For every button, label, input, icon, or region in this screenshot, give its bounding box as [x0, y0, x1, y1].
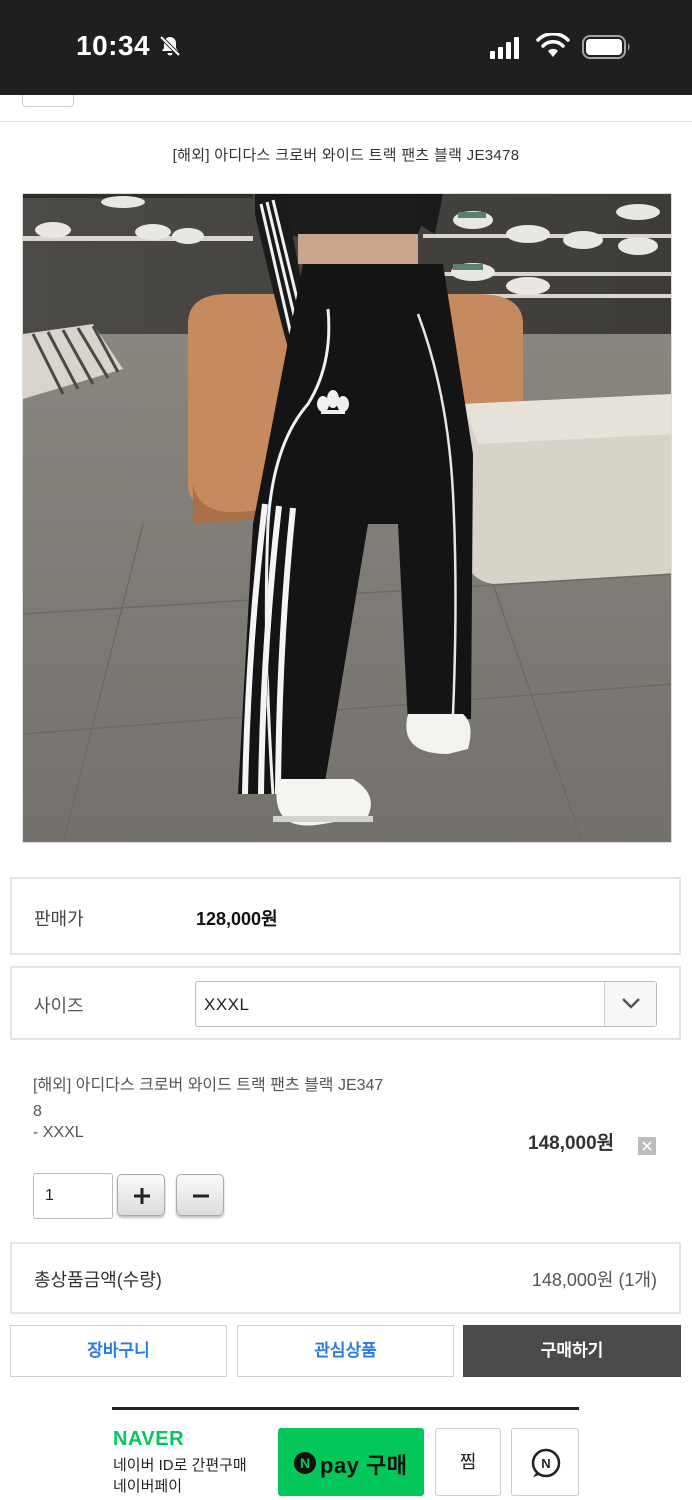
naver-pay-desc: 네이버 ID로 간편구매 [113, 1457, 247, 1474]
wifi-icon [536, 32, 570, 64]
size-label: 사이즈 [34, 996, 84, 1016]
naver-n-circle-icon: N [531, 1448, 561, 1478]
naver-n-icon: N [294, 1452, 316, 1474]
naver-pay-buy-label: pay 구매 [320, 1453, 408, 1478]
bell-muted-icon [158, 34, 182, 63]
total-row: 총상품금액(수량) 148,000원 (1개) [10, 1242, 681, 1314]
svg-text:N: N [541, 1456, 550, 1471]
status-time: 10:34 [76, 30, 151, 61]
naver-n-button[interactable]: N [511, 1428, 579, 1496]
selected-item-name-line1: [해외] 아디다스 크로버 와이드 트랙 팬츠 블랙 JE347 [33, 1077, 384, 1094]
naver-pay-name: 네이버페이 [113, 1478, 183, 1495]
divider [0, 121, 692, 122]
size-row: 사이즈 XXXL [10, 966, 681, 1040]
price-row: 판매가 128,000원 [10, 877, 681, 955]
status-bar: 10:34 [0, 0, 692, 95]
selected-item-name: [해외] 아디다스 크로버 와이드 트랙 팬츠 블랙 JE347 8 [33, 1073, 443, 1125]
product-image[interactable] [22, 193, 672, 843]
size-select-value: XXXL [204, 995, 250, 1014]
selected-item-option: - XXXL [33, 1124, 84, 1141]
price-value: 128,000원 [196, 909, 278, 929]
header-button-remnant[interactable] [22, 95, 74, 107]
price-label: 판매가 [34, 909, 84, 929]
minus-icon [193, 1194, 209, 1198]
quantity-input[interactable]: 1 [33, 1173, 113, 1219]
quantity-minus-button[interactable] [176, 1174, 224, 1216]
size-select[interactable]: XXXL [195, 981, 657, 1027]
naver-pay-buy-button[interactable]: N pay 구매 [278, 1428, 424, 1496]
total-value: 148,000원 (1개) [531, 1270, 657, 1290]
naver-zzim-button[interactable]: 찜 [435, 1428, 501, 1496]
battery-icon [582, 35, 632, 64]
selected-item-price: 148,000원 [528, 1133, 615, 1154]
selected-item-name-line2: 8 [33, 1103, 42, 1120]
total-label: 총상품금액(수량) [34, 1270, 162, 1290]
quantity-plus-button[interactable] [117, 1174, 165, 1216]
wishlist-button[interactable]: 관심상품 [237, 1325, 454, 1377]
buy-now-button[interactable]: 구매하기 [463, 1325, 681, 1377]
add-to-cart-button[interactable]: 장바구니 [10, 1325, 227, 1377]
naver-logo: NAVER [113, 1428, 185, 1450]
cellular-signal-icon [490, 37, 522, 64]
remove-item-close-icon[interactable] [638, 1137, 656, 1155]
chevron-down-icon[interactable] [604, 982, 656, 1026]
product-title: [해외] 아디다스 크로버 와이드 트랙 팬츠 블랙 JE3478 [172, 147, 520, 164]
naver-pay-divider [112, 1407, 579, 1410]
plus-icon [134, 1188, 150, 1204]
